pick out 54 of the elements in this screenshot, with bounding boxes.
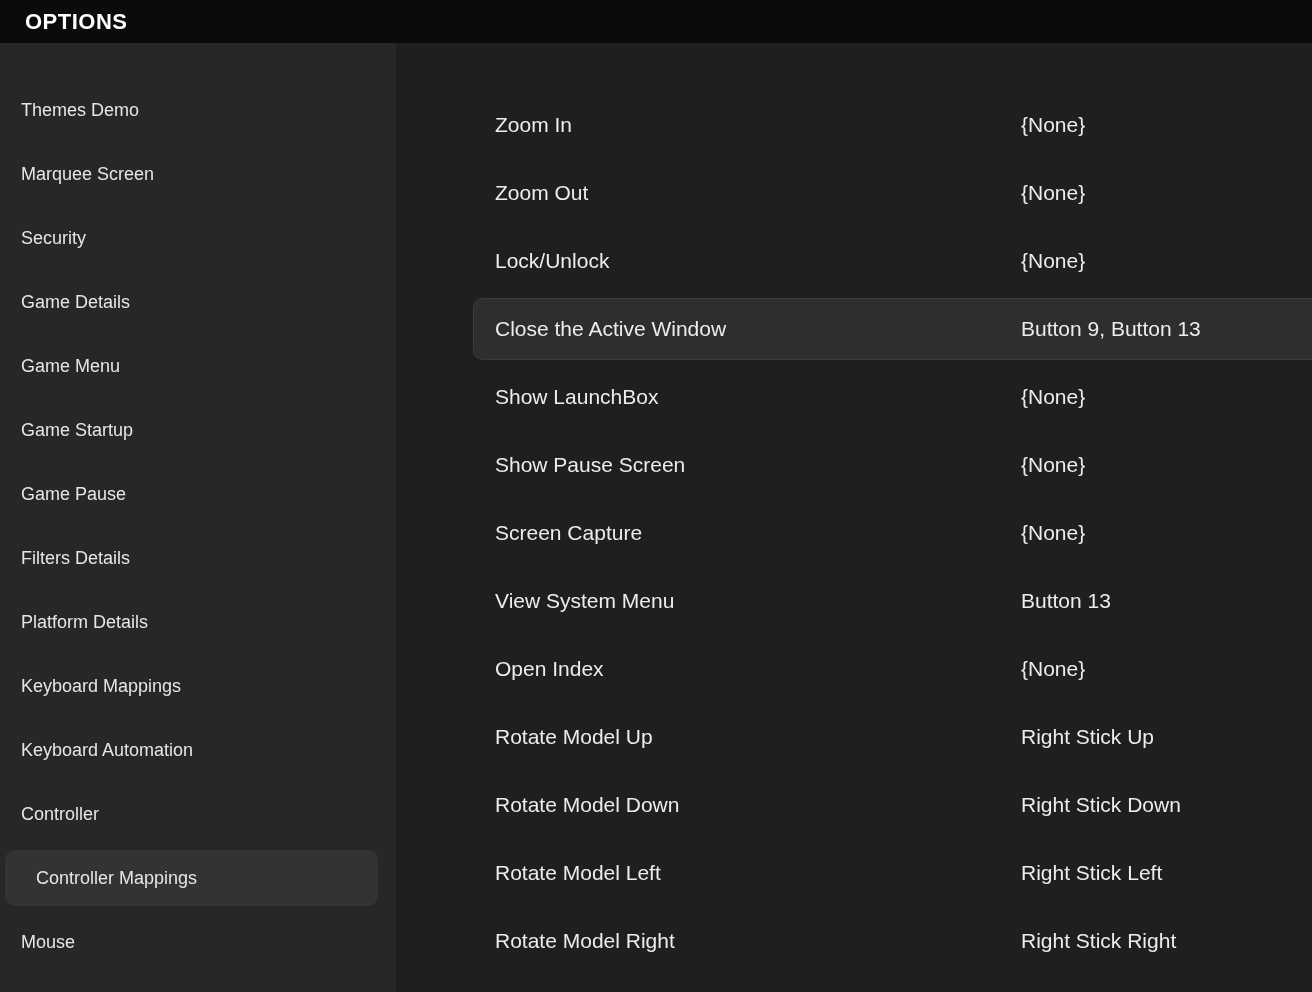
binding-value: {None}	[1021, 521, 1086, 545]
action-label: View System Menu	[495, 589, 676, 613]
sidebar-item[interactable]: Themes Demo	[5, 82, 378, 138]
mapping-row[interactable]: Rotate Model Left Right Stick Left	[473, 842, 1312, 904]
mapping-row[interactable]: Rotate Model Down Right Stick Down	[473, 774, 1312, 836]
sidebar-item[interactable]: Keyboard Mappings	[5, 658, 378, 714]
mapping-row[interactable]: Close the Active Window Button 9, Button 13	[473, 298, 1312, 360]
action-label: Show LaunchBox	[495, 385, 660, 409]
action-label: Close the Active Window	[495, 317, 728, 341]
sidebar-item[interactable]: Platform Details	[5, 594, 378, 650]
mapping-row[interactable]: Lock/Unlock {None}	[473, 230, 1312, 292]
action-label: Rotate Model Right	[495, 929, 676, 953]
action-label: Lock/Unlock	[495, 249, 611, 273]
binding-value: {None}	[1021, 385, 1086, 409]
binding-value: {None}	[1021, 453, 1086, 477]
sidebar-item[interactable]: Security	[5, 210, 378, 266]
sidebar-item[interactable]: Game Details	[5, 274, 378, 330]
window-title: OPTIONS	[25, 8, 128, 35]
action-label: Rotate Model Down	[495, 793, 681, 817]
action-label: Rotate Model Left	[495, 861, 662, 885]
sidebar-item[interactable]: Game Pause	[5, 466, 378, 522]
binding-value: {None}	[1021, 657, 1086, 681]
mapping-row[interactable]: View System Menu Button 13	[473, 570, 1312, 632]
sidebar-item[interactable]: Marquee Screen	[5, 146, 378, 202]
binding-value: {None}	[1021, 181, 1086, 205]
binding-value: Right Stick Up	[1021, 725, 1155, 749]
sidebar-item[interactable]: Filters Details	[5, 530, 378, 586]
binding-value: Button 13	[1021, 589, 1111, 613]
sidebar-item[interactable]: Controller	[5, 786, 378, 842]
action-label: Show Pause Screen	[495, 453, 687, 477]
mapping-row[interactable]: Show Pause Screen {None}	[473, 434, 1312, 496]
sidebar-item[interactable]: Mouse	[5, 914, 378, 970]
mapping-row[interactable]: Zoom In {None}	[473, 94, 1312, 156]
binding-value: Button 9, Button 13	[1021, 317, 1201, 341]
mapping-row[interactable]: Show LaunchBox {None}	[473, 366, 1312, 428]
mapping-row[interactable]: Open Index {None}	[473, 638, 1312, 700]
binding-value: Right Stick Down	[1021, 793, 1181, 817]
sidebar-item[interactable]: Game Menu	[5, 338, 378, 394]
action-label: Rotate Model Up	[495, 725, 654, 749]
sidebar-item[interactable]: Controller Mappings	[5, 850, 378, 906]
mapping-row[interactable]: Screen Capture {None}	[473, 502, 1312, 564]
action-label: Screen Capture	[495, 521, 644, 545]
binding-value: Right Stick Right	[1021, 929, 1177, 953]
action-label: Zoom In	[495, 113, 574, 137]
mapping-row[interactable]: Zoom Out {None}	[473, 162, 1312, 224]
mapping-row[interactable]: Rotate Model Right Right Stick Right	[473, 910, 1312, 972]
binding-value: {None}	[1021, 249, 1086, 273]
binding-value: Right Stick Left	[1021, 861, 1163, 885]
binding-value: {None}	[1021, 113, 1086, 137]
sidebar-item[interactable]: Keyboard Automation	[5, 722, 378, 778]
action-label: Zoom Out	[495, 181, 590, 205]
mapping-row[interactable]: Rotate Model Up Right Stick Up	[473, 706, 1312, 768]
action-label: Open Index	[495, 657, 605, 681]
sidebar-item[interactable]: Game Startup	[5, 402, 378, 458]
